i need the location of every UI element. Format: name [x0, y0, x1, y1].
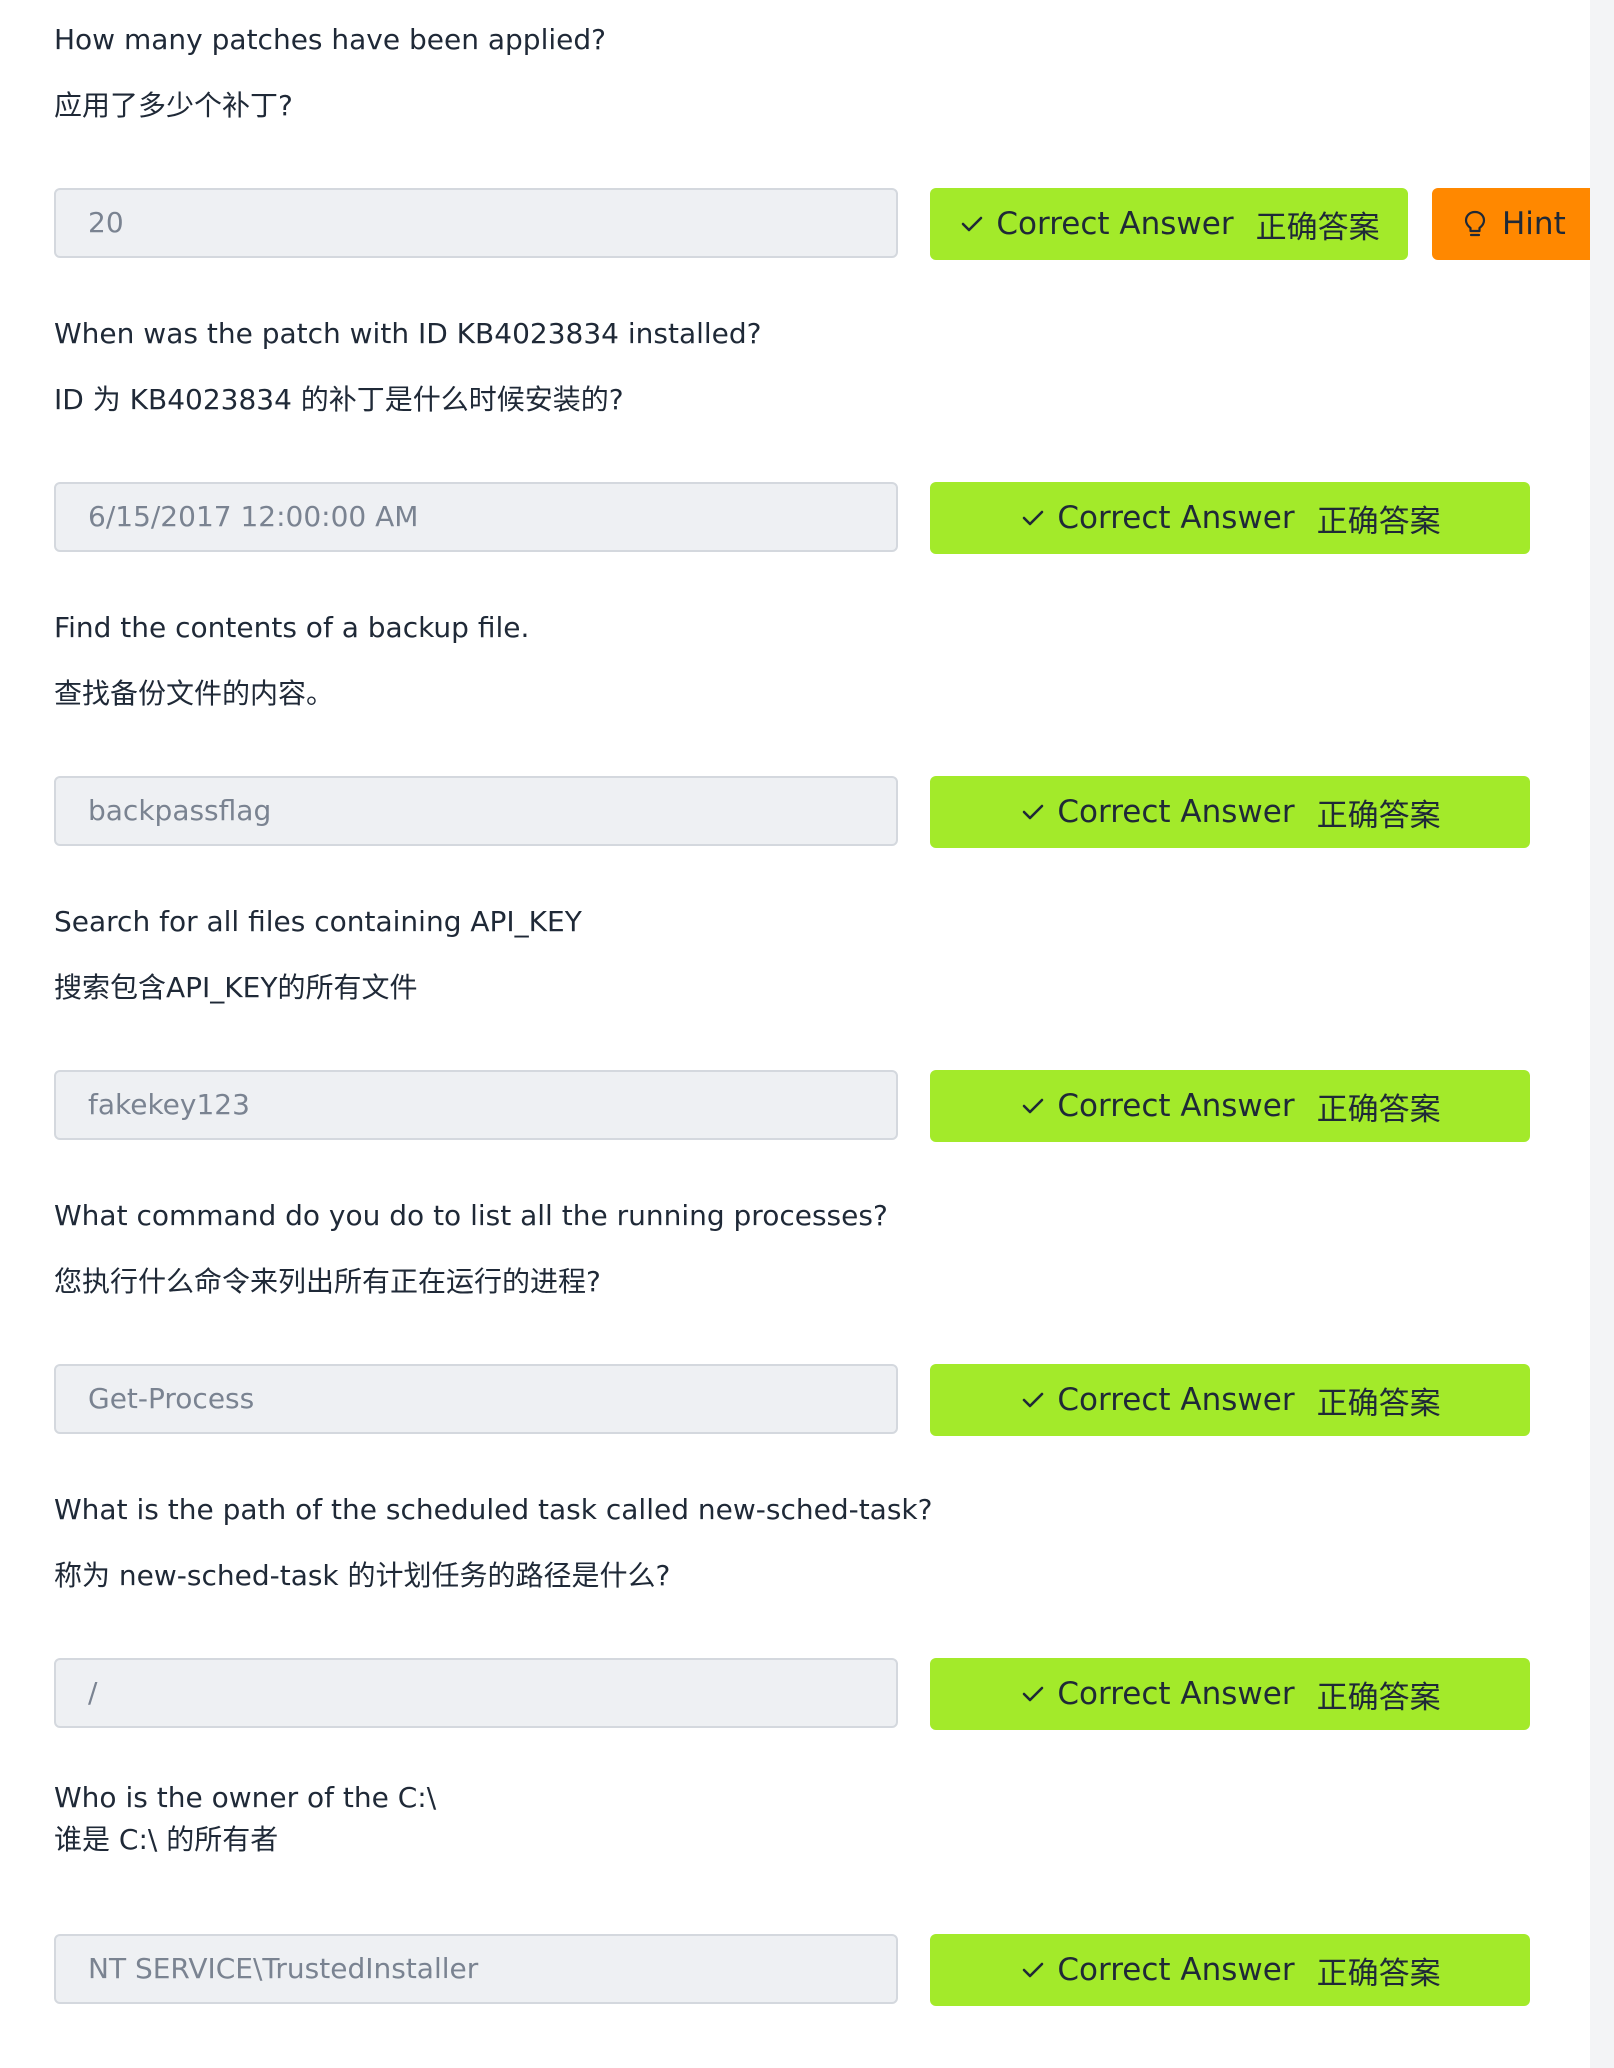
correct-answer-label-zh: 正确答案 — [1316, 797, 1441, 834]
lightbulb-icon — [1462, 209, 1488, 239]
question-text-zh: 查找备份文件的内容。 — [54, 677, 335, 710]
answer-field[interactable]: fakekey123 — [54, 1070, 898, 1140]
correct-answer-label-zh: 正确答案 — [1316, 503, 1441, 540]
check-icon — [1019, 1956, 1047, 1984]
question-text-zh: 称为 new-sched-task 的计划任务的路径是什么? — [54, 1559, 671, 1592]
correct-answer-label-zh: 正确答案 — [1316, 1679, 1441, 1716]
correct-answer-label-zh: 正确答案 — [1316, 1091, 1441, 1128]
question-text-zh: 谁是 C:\ 的所有者 — [54, 1823, 279, 1856]
correct-answer-label: Correct Answer — [1057, 500, 1295, 536]
correct-answer-label-zh: 正确答案 — [1255, 209, 1380, 246]
answer-field[interactable]: NT SERVICE\TrustedInstaller — [54, 1934, 898, 2004]
check-icon — [1019, 1092, 1047, 1120]
answer-field[interactable]: 6/15/2017 12:00:00 AM — [54, 482, 898, 552]
answer-field[interactable]: 20 — [54, 188, 898, 258]
question-text-en: How many patches have been applied? — [54, 23, 607, 56]
answer-field[interactable]: / — [54, 1658, 898, 1728]
question-text-zh: 应用了多少个补丁? — [54, 89, 293, 122]
check-icon — [1019, 504, 1047, 532]
question-text-en: When was the patch with ID KB4023834 ins… — [54, 317, 762, 350]
question-text-zh: 您执行什么命令来列出所有正在运行的进程? — [54, 1265, 601, 1298]
correct-answer-button[interactable]: Correct Answer 正确答案 — [930, 1364, 1530, 1436]
page-gutter — [1590, 0, 1614, 2068]
check-icon — [958, 210, 986, 238]
correct-answer-button[interactable]: Correct Answer 正确答案 — [930, 776, 1530, 848]
question-text-en: Find the contents of a backup file. — [54, 611, 530, 644]
correct-answer-label-zh: 正确答案 — [1316, 1955, 1441, 1992]
correct-answer-label: Correct Answer — [1057, 1952, 1295, 1988]
correct-answer-label: Correct Answer — [1057, 1382, 1295, 1418]
correct-answer-label: Correct Answer — [1057, 794, 1295, 830]
correct-answer-button[interactable]: Correct Answer 正确答案 — [930, 482, 1530, 554]
question-text-en: Search for all files containing API_KEY — [54, 905, 582, 938]
correct-answer-label: Correct Answer — [1057, 1676, 1295, 1712]
correct-answer-label: Correct Answer — [1057, 1088, 1295, 1124]
correct-answer-button[interactable]: Correct Answer 正确答案 — [930, 1070, 1530, 1142]
question-text-en: What command do you do to list all the r… — [54, 1199, 888, 1232]
correct-answer-button[interactable]: Correct Answer 正确答案 — [930, 188, 1408, 260]
check-icon — [1019, 1386, 1047, 1414]
correct-answer-button[interactable]: Correct Answer 正确答案 — [930, 1658, 1530, 1730]
check-icon — [1019, 1680, 1047, 1708]
hint-button[interactable]: Hint 提 — [1432, 188, 1590, 260]
check-icon — [1019, 798, 1047, 826]
correct-answer-label-zh: 正确答案 — [1316, 1385, 1441, 1422]
hint-label: Hint — [1502, 206, 1566, 242]
correct-answer-label: Correct Answer — [996, 206, 1234, 242]
questions-panel: How many patches have been applied? 应用了多… — [0, 0, 1590, 2068]
question-text-zh: ID 为 KB4023834 的补丁是什么时候安装的? — [54, 383, 624, 416]
question-text-zh: 搜索包含API_KEY的所有文件 — [54, 971, 418, 1004]
answer-field[interactable]: Get-Process — [54, 1364, 898, 1434]
answer-field[interactable]: backpassflag — [54, 776, 898, 846]
question-text-en: Who is the owner of the C:\ — [54, 1781, 437, 1814]
question-text-en: What is the path of the scheduled task c… — [54, 1493, 933, 1526]
correct-answer-button[interactable]: Correct Answer 正确答案 — [930, 1934, 1530, 2006]
